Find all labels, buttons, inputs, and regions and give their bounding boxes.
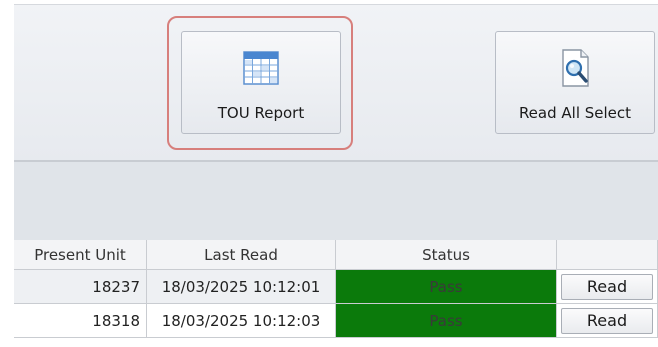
read-button[interactable]: Read <box>561 307 653 334</box>
column-header-last-read[interactable]: Last Read <box>147 240 336 270</box>
action-cell: Read <box>557 304 658 338</box>
read-all-select-label: Read All Select <box>518 104 632 122</box>
table-grid-icon <box>243 46 279 90</box>
column-header-present-unit[interactable]: Present Unit <box>14 240 147 270</box>
last-read-cell: 18/03/2025 10:12:01 <box>147 270 336 304</box>
grid-toolbar-band <box>14 162 658 240</box>
last-read-cell: 18/03/2025 10:12:03 <box>147 304 336 338</box>
present-unit-cell: 18318 <box>14 304 147 338</box>
table-row[interactable]: 18237 18/03/2025 10:12:01 Pass Read <box>14 270 658 304</box>
status-cell-pass: Pass <box>336 270 557 304</box>
column-header-action <box>557 240 658 270</box>
tou-report-label: TOU Report <box>217 104 305 122</box>
table-row[interactable]: 18318 18/03/2025 10:12:03 Pass Read <box>14 304 658 338</box>
action-cell: Read <box>557 270 658 304</box>
tou-report-button[interactable]: TOU Report <box>181 31 341 134</box>
grid-header-row: Present Unit Last Read Status <box>14 240 658 270</box>
read-button[interactable]: Read <box>561 273 653 300</box>
status-cell-pass: Pass <box>336 304 557 338</box>
present-unit-cell: 18237 <box>14 270 147 304</box>
column-header-status[interactable]: Status <box>336 240 557 270</box>
read-all-select-button[interactable]: Read All Select <box>495 31 655 134</box>
document-search-icon <box>557 46 593 90</box>
